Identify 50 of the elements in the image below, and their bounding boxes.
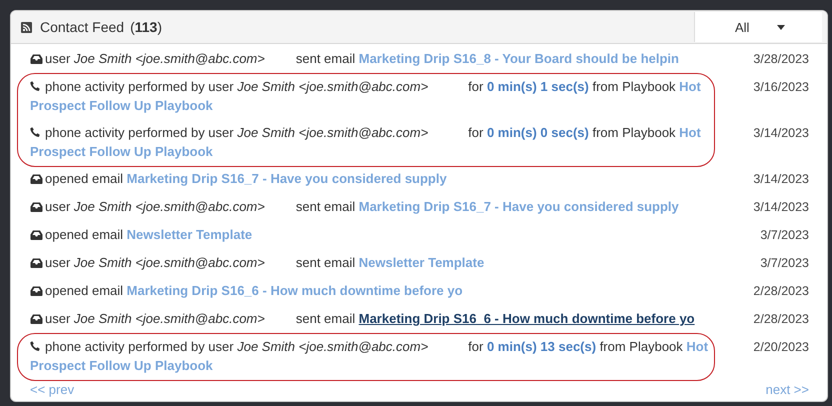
inbox-icon xyxy=(30,202,43,212)
activity-text: user Joe Smith <joe.smith@abc.com> sent email Newsletter Template xyxy=(45,255,484,270)
phone-icon xyxy=(30,341,41,352)
inbox-icon xyxy=(30,314,43,324)
phone-icon xyxy=(30,81,41,92)
inbox-icon xyxy=(30,258,43,268)
activity-text: user Joe Smith <joe.smith@abc.com> sent email Marketing Drip S16_7 - Have you considered supply xyxy=(45,199,679,214)
panel-title: Contact Feed xyxy=(40,19,124,35)
activity-text: phone activity performed by user Joe Smith <joe.smith@abc.com> for 0 min(s) 13 sec(s) from Playbook xyxy=(45,339,684,354)
inbox-icon xyxy=(30,54,43,64)
activity-date: 2/28/2023 xyxy=(753,284,809,298)
prev-link[interactable]: << prev xyxy=(30,382,74,397)
activity-date: 3/16/2023 xyxy=(753,80,809,94)
activity-date: 3/7/2023 xyxy=(760,228,809,242)
caret-icon xyxy=(777,24,786,30)
activity-text: phone activity performed by user Joe Smith <joe.smith@abc.com> for 0 min(s) 0 sec(s) from Playbook xyxy=(45,125,677,140)
next-link[interactable]: next >> xyxy=(766,382,809,397)
activity-text: phone activity performed by user Joe Smith <joe.smith@abc.com> for 0 min(s) 1 sec(s) from Playbook xyxy=(45,79,677,94)
activity-text: opened email Marketing Drip S16_6 - How much downtime before yo xyxy=(45,283,463,298)
activity-text: opened email Marketing Drip S16_7 - Have you considered supply xyxy=(45,171,447,186)
activity-date: 3/14/2023 xyxy=(753,126,809,140)
activity-date: 2/28/2023 xyxy=(753,312,809,326)
email-link[interactable]: Prospect Follow Up Playbook xyxy=(30,98,213,113)
email-link[interactable]: Prospect Follow Up Playbook xyxy=(30,144,213,159)
inbox-icon xyxy=(30,286,43,296)
phone-icon xyxy=(30,127,41,138)
email-link[interactable]: Prospect Follow Up Playbook xyxy=(30,358,213,373)
email-link[interactable]: Hot xyxy=(686,339,708,354)
email-link[interactable]: Marketing Drip S16_8 - Your Board should be helpin xyxy=(358,51,679,66)
email-link[interactable]: Newsletter Template xyxy=(358,255,484,270)
activity-text: user Joe Smith <joe.smith@abc.com> sent email Marketing Drip S16_6 - How much downtime before yo xyxy=(45,311,695,326)
email-link[interactable]: Marketing Drip S16_6 - How much downtime before yo xyxy=(126,283,463,298)
activity-date: 3/7/2023 xyxy=(760,256,809,270)
activity-date: 2/20/2023 xyxy=(753,340,809,354)
activity-text: user Joe Smith <joe.smith@abc.com> sent email Marketing Drip S16_8 - Your Board should be helpin xyxy=(45,51,679,66)
inbox-icon xyxy=(30,230,43,240)
email-link[interactable]: Hot xyxy=(679,79,701,94)
activity-date: 3/14/2023 xyxy=(753,200,809,214)
inbox-icon xyxy=(30,174,43,184)
rss-icon xyxy=(21,22,32,32)
activity-date: 3/28/2023 xyxy=(753,52,809,66)
filter-dropdown[interactable]: All xyxy=(694,12,822,42)
activity-text: opened email Newsletter Template xyxy=(45,227,252,242)
item-count: (113) xyxy=(130,19,162,35)
email-link[interactable]: Newsletter Template xyxy=(126,227,252,242)
email-link[interactable]: Marketing Drip S16_7 - Have you considered supply xyxy=(126,171,447,186)
email-link[interactable]: Marketing Drip S16_6 - How much downtime before yo xyxy=(358,311,695,326)
activity-date: 3/14/2023 xyxy=(753,172,809,186)
email-link[interactable]: Hot xyxy=(679,125,701,140)
email-link[interactable]: Marketing Drip S16_7 - Have you considered supply xyxy=(358,199,679,214)
